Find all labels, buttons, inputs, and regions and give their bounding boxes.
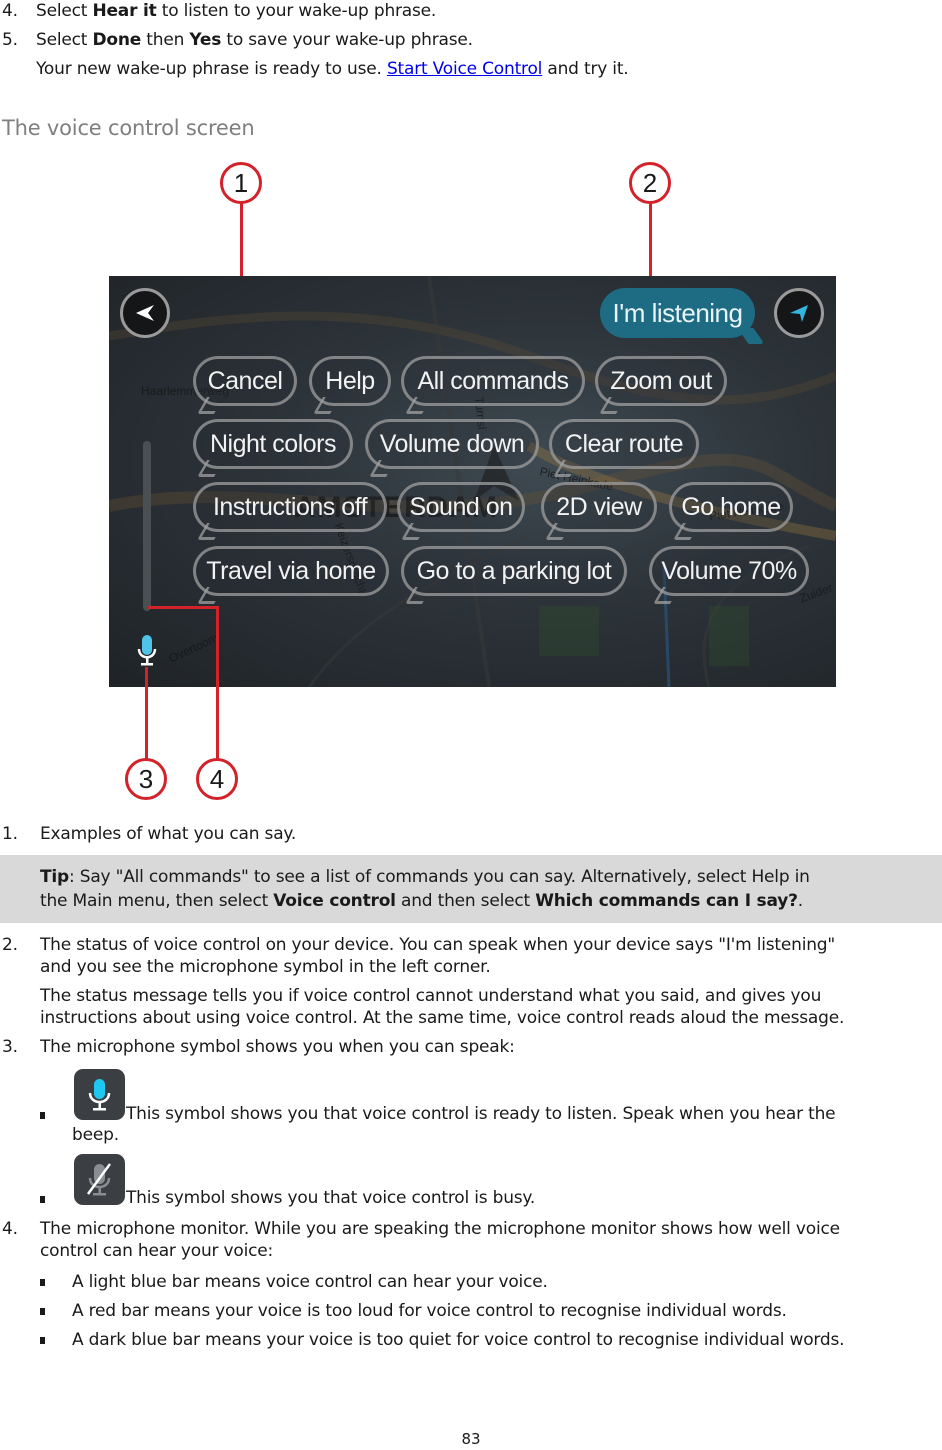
callout-4: 4 xyxy=(196,758,238,800)
item-number: 4. xyxy=(2,1219,18,1239)
command-bubble-2d-view[interactable]: 2D view xyxy=(541,482,657,532)
item-number: 3. xyxy=(2,1037,18,1057)
bullet xyxy=(40,1196,45,1203)
command-bubble-help[interactable]: Help xyxy=(309,356,391,406)
item-2-line-1: The status of voice control on your devi… xyxy=(40,935,836,955)
callout-3: 3 xyxy=(125,758,167,800)
monitor-red-text: A red bar means your voice is too loud f… xyxy=(72,1301,787,1321)
current-location-arrow-icon xyxy=(790,305,808,322)
step-number: 4. xyxy=(2,1,18,21)
text: and try it. xyxy=(542,59,629,79)
callout-line xyxy=(148,606,218,609)
step-5-followup: Your new wake-up phrase is ready to use.… xyxy=(36,58,629,80)
microphone-busy-icon xyxy=(74,1154,125,1205)
command-bubble-cancel[interactable]: Cancel xyxy=(193,356,297,406)
back-arrow-icon xyxy=(136,305,154,321)
bullet xyxy=(40,1337,45,1344)
command-bubble-clear-route[interactable]: Clear route xyxy=(549,419,699,469)
mic-busy-line-1: This symbol shows you that voice control… xyxy=(126,1188,536,1208)
command-bubble-night-colors[interactable]: Night colors xyxy=(193,419,353,469)
monitor-dark-blue-text: A dark blue bar means your voice is too … xyxy=(72,1330,845,1350)
command-bubble-zoom-out[interactable]: Zoom out xyxy=(595,356,727,406)
mic-ready-line-2: beep. xyxy=(72,1125,119,1145)
callout-line xyxy=(216,606,219,760)
bold-term: Voice control xyxy=(273,891,396,911)
command-bubble-volume-70[interactable]: Volume 70% xyxy=(649,546,809,596)
command-bubble-go-to-parking-lot[interactable]: Go to a parking lot xyxy=(401,546,627,596)
text: the Main menu, then select xyxy=(40,891,274,911)
bullet xyxy=(40,1279,45,1286)
text: . xyxy=(797,891,803,911)
text: Select xyxy=(36,1,93,21)
item-4-line-1: The microphone monitor. While you are sp… xyxy=(40,1219,840,1239)
item-2-line-4: instructions about using voice control. … xyxy=(40,1008,845,1028)
text: Select xyxy=(36,30,93,50)
item-2-line-2: and you see the microphone symbol in the… xyxy=(40,957,491,977)
command-bubble-volume-down[interactable]: Volume down xyxy=(365,419,539,469)
microphone-monitor-bar xyxy=(143,441,151,611)
text: Your new wake-up phrase is ready to use. xyxy=(36,59,387,79)
command-bubble-all-commands[interactable]: All commands xyxy=(401,356,585,406)
tip-line-1: Tip: Say "All commands" to see a list of… xyxy=(40,866,810,888)
microphone-icon xyxy=(137,635,157,666)
step-number: 5. xyxy=(2,30,18,50)
text: to save your wake-up phrase. xyxy=(221,30,473,50)
callout-1: 1 xyxy=(220,162,262,204)
page-number: 83 xyxy=(461,1430,481,1448)
step-5-text: Select Done then Yes to save your wake-u… xyxy=(36,29,473,51)
tip-line-2: the Main menu, then select Voice control… xyxy=(40,890,803,912)
bullet xyxy=(40,1112,45,1119)
command-bubble-sound-on[interactable]: Sound on xyxy=(397,482,525,532)
monitor-light-blue-text: A light blue bar means voice control can… xyxy=(72,1272,548,1292)
item-2-line-3: The status message tells you if voice co… xyxy=(40,986,822,1006)
callout-2: 2 xyxy=(629,162,671,204)
back-button[interactable] xyxy=(120,288,170,338)
command-bubble-go-home[interactable]: Go home xyxy=(669,482,793,532)
bold-term: Done xyxy=(92,30,142,50)
command-bubble-travel-via-home[interactable]: Travel via home xyxy=(193,546,389,596)
start-voice-control-link[interactable]: Start Voice Control xyxy=(387,59,542,79)
item-3-text: The microphone symbol shows you when you… xyxy=(40,1037,515,1057)
bullet xyxy=(40,1308,45,1315)
item-4-line-2: control can hear your voice: xyxy=(40,1241,274,1261)
microphone-ready-icon xyxy=(74,1069,125,1120)
status-message: I'm listening xyxy=(600,288,755,338)
callout-line xyxy=(145,667,148,760)
current-location-button[interactable] xyxy=(774,288,824,338)
item-number: 2. xyxy=(2,935,18,955)
section-heading: The voice control screen xyxy=(2,116,255,140)
command-bubble-instructions-off[interactable]: Instructions off xyxy=(193,482,387,532)
bold-term: Which commands can I say? xyxy=(535,891,798,911)
item-1-text: Examples of what you can say. xyxy=(40,824,297,844)
text: and then select xyxy=(395,891,536,911)
text: to listen to your wake-up phrase. xyxy=(156,1,437,21)
bold-term: Hear it xyxy=(92,1,157,21)
item-number: 1. xyxy=(2,824,18,844)
bold-term: Yes xyxy=(189,30,222,50)
text: : Say "All commands" to see a list of co… xyxy=(69,867,810,887)
tip-label: Tip xyxy=(40,867,69,887)
mic-ready-line-1: This symbol shows you that voice control… xyxy=(126,1104,836,1124)
step-4-text: Select Hear it to listen to your wake-up… xyxy=(36,0,436,22)
text: then xyxy=(141,30,190,50)
